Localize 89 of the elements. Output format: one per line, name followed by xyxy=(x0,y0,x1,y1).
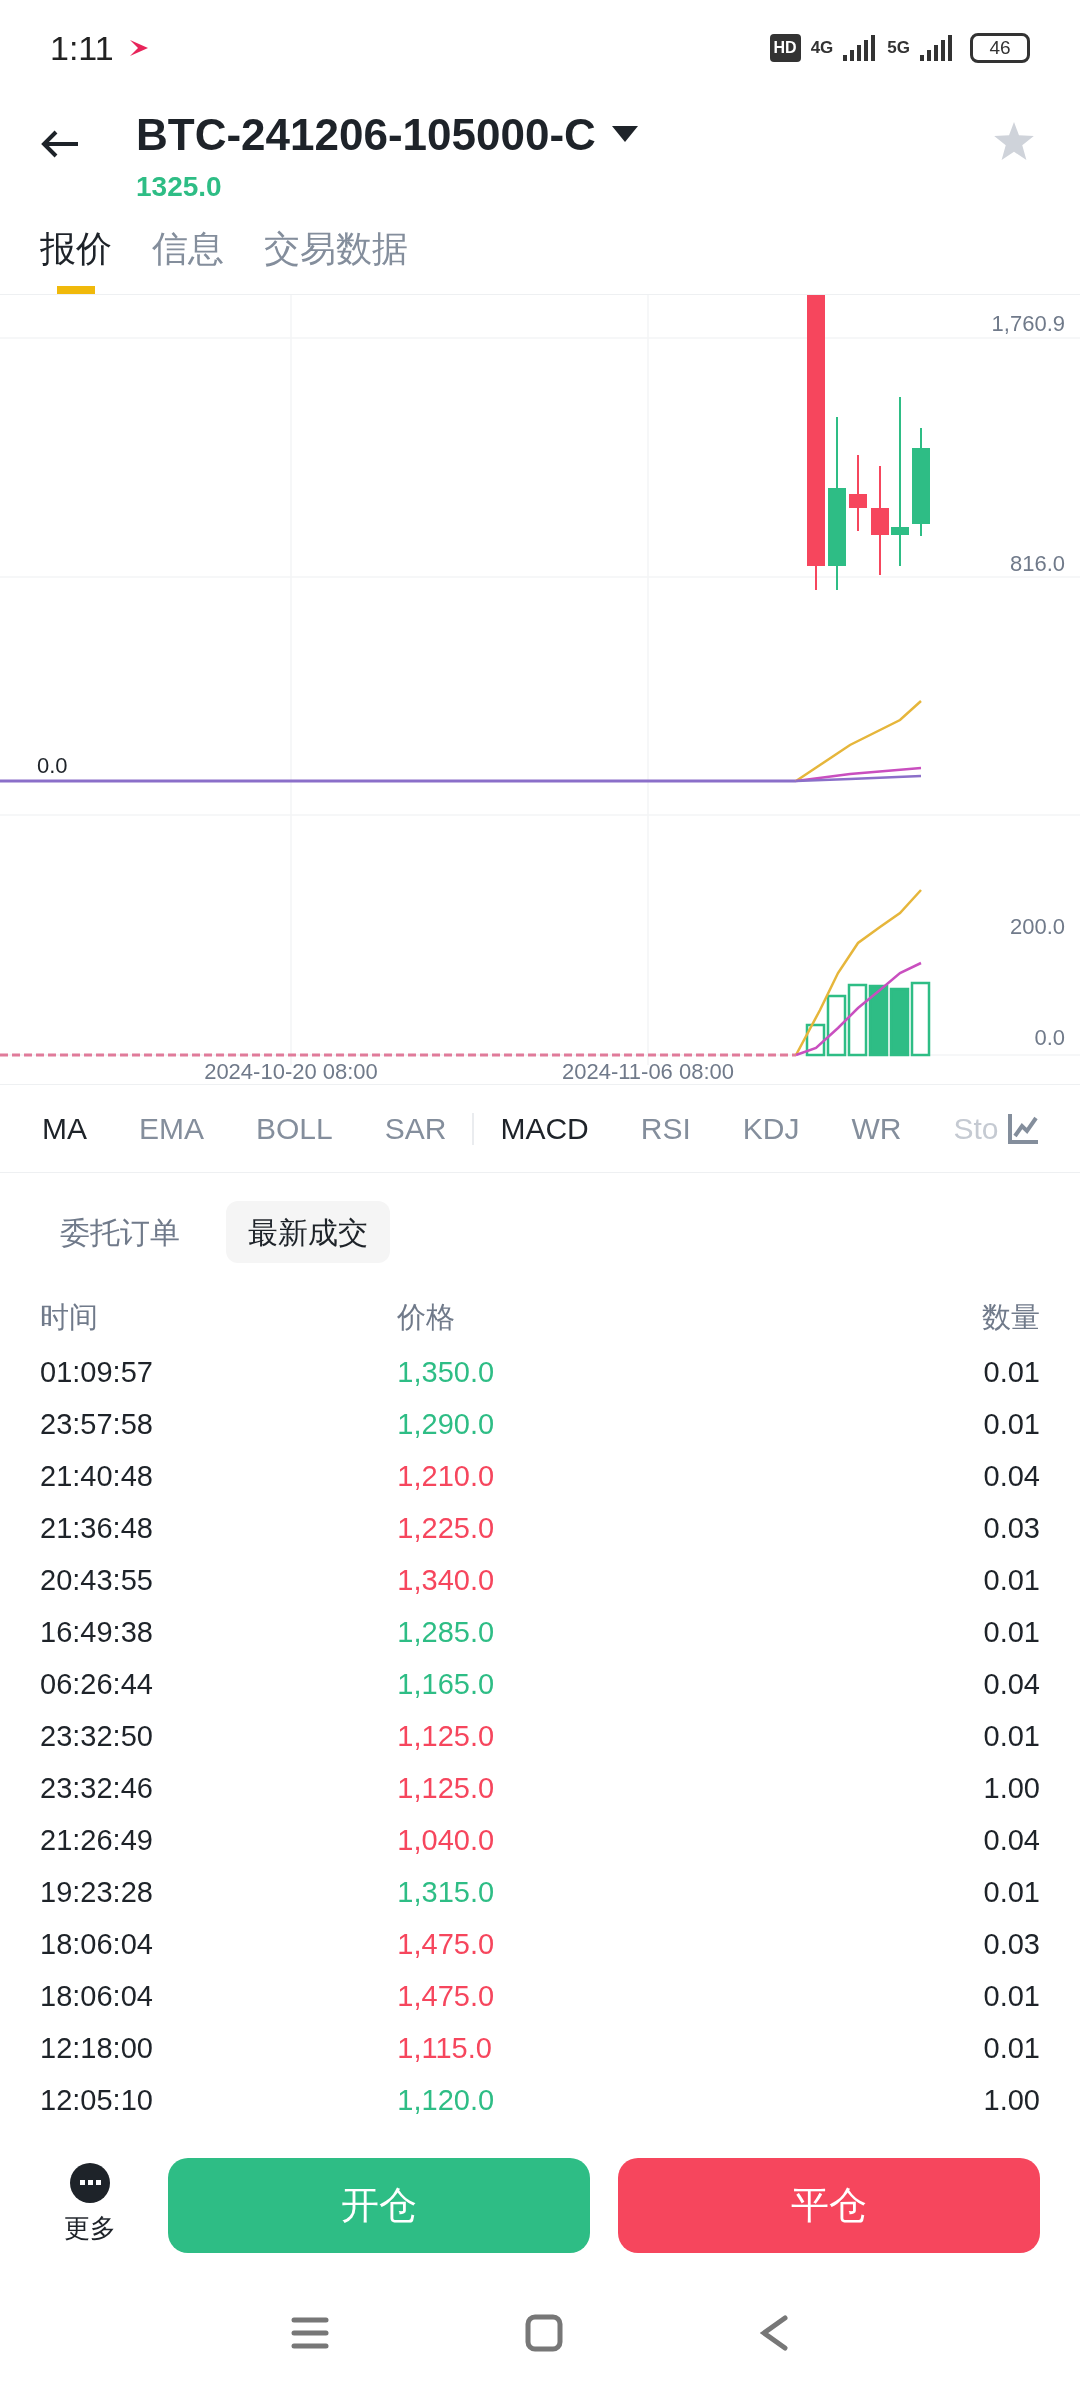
histogram-bar xyxy=(889,987,910,1057)
indicator-tab[interactable]: EMA xyxy=(139,1106,204,1151)
trade-price: 1,210.0 xyxy=(396,1459,496,1495)
axis-label: 816.0 xyxy=(1009,551,1065,576)
trade-time: 21:36:48 xyxy=(40,1511,154,1547)
trade-price: 1,125.0 xyxy=(396,1771,496,1807)
hd-icon: HD xyxy=(769,34,801,62)
trade-quantity: 0.01 xyxy=(982,1355,1040,1391)
trade-price: 1,475.0 xyxy=(396,1927,496,1963)
favorite-star-icon[interactable] xyxy=(994,122,1034,160)
trade-price: 1,165.0 xyxy=(396,1667,496,1703)
chart-settings-icon[interactable] xyxy=(1008,1113,1038,1144)
order-tab[interactable]: 委托订单 xyxy=(38,1201,202,1263)
trade-quantity: 0.01 xyxy=(982,1719,1040,1755)
contract-title[interactable]: BTC-241206-105000-C xyxy=(136,102,596,168)
trade-time: 06:26:44 xyxy=(40,1667,154,1703)
axis-label: 200.0 xyxy=(1009,914,1065,939)
trade-price: 1,475.0 xyxy=(396,1979,496,2015)
last-price: 1325.0 xyxy=(136,170,223,204)
dropdown-caret-icon[interactable] xyxy=(611,126,638,144)
trade-time: 18:06:04 xyxy=(40,1979,154,2015)
network-label: 4G xyxy=(810,37,834,60)
more-button[interactable]: 更多 xyxy=(40,2162,140,2248)
trade-quantity: 0.01 xyxy=(982,2031,1040,2067)
tab[interactable]: 报价 xyxy=(40,204,112,294)
trade-time: 12:05:10 xyxy=(40,2083,154,2119)
menu-icon[interactable] xyxy=(291,2316,329,2350)
indicator-tab[interactable]: MA xyxy=(42,1106,87,1151)
axis-label: 0.0 xyxy=(1034,1025,1065,1050)
axis-label: 1,760.9 xyxy=(991,311,1065,336)
trade-price: 1,350.0 xyxy=(396,1355,496,1391)
trade-quantity: 0.04 xyxy=(982,1667,1040,1703)
back-arrow-icon xyxy=(40,129,80,159)
indicator-tab[interactable]: RSI xyxy=(640,1106,691,1151)
tab[interactable]: 交易数据 xyxy=(264,204,408,294)
trade-quantity: 1.00 xyxy=(982,1771,1040,1807)
trade-time: 18:06:04 xyxy=(40,1927,154,1963)
axis-label: 2024-11-06 08:00 xyxy=(561,1059,735,1084)
column-header: 数量 xyxy=(981,1300,1040,1336)
battery-icon: 46 xyxy=(970,33,1030,63)
trade-price: 1,040.0 xyxy=(396,1823,496,1859)
trade-price: 1,115.0 xyxy=(396,2031,493,2067)
indicator-tab[interactable]: WR xyxy=(851,1106,902,1151)
trade-quantity: 0.01 xyxy=(982,1563,1040,1599)
trade-price: 1,315.0 xyxy=(396,1875,496,1911)
trade-quantity: 0.01 xyxy=(982,1615,1040,1651)
trade-price: 1,225.0 xyxy=(396,1511,496,1547)
trade-time: 19:23:28 xyxy=(40,1875,154,1911)
more-dots-icon xyxy=(70,2162,110,2203)
trade-time: 12:18:00 xyxy=(40,2031,154,2067)
back-icon[interactable] xyxy=(759,2315,789,2351)
trade-time: 23:32:46 xyxy=(40,1771,154,1807)
clock: 1:11 xyxy=(50,27,114,69)
trade-quantity: 0.03 xyxy=(982,1927,1040,1963)
indicator-tab[interactable]: KDJ xyxy=(742,1106,800,1151)
trade-time: 20:43:55 xyxy=(40,1563,154,1599)
column-header: 时间 xyxy=(40,1300,99,1336)
indicator-tab[interactable]: MACD xyxy=(500,1106,589,1151)
tab[interactable]: 信息 xyxy=(152,204,224,294)
trade-price: 1,120.0 xyxy=(396,2083,496,2119)
trade-quantity: 0.01 xyxy=(982,1407,1040,1443)
home-icon[interactable] xyxy=(525,2314,563,2352)
network-label: 5G xyxy=(887,37,910,60)
trade-quantity: 0.04 xyxy=(982,1459,1040,1495)
trade-price: 1,340.0 xyxy=(396,1563,496,1599)
trade-quantity: 0.03 xyxy=(982,1511,1040,1547)
trade-time: 21:26:49 xyxy=(40,1823,154,1859)
trade-time: 21:40:48 xyxy=(40,1459,154,1495)
trade-price: 1,125.0 xyxy=(396,1719,496,1755)
axis-label: 0.0 xyxy=(37,753,68,778)
indicator-tab[interactable]: SAR xyxy=(384,1106,447,1151)
trade-quantity: 1.00 xyxy=(982,2083,1040,2119)
trade-time: 16:49:38 xyxy=(40,1615,154,1651)
trade-button[interactable]: 开仓 xyxy=(168,2157,590,2253)
order-tab[interactable]: 最新成交 xyxy=(226,1201,390,1263)
column-header: 价格 xyxy=(396,1300,457,1336)
trade-button[interactable]: 平仓 xyxy=(618,2157,1040,2253)
trade-quantity: 0.01 xyxy=(982,1979,1040,2015)
trade-time: 23:32:50 xyxy=(40,1719,154,1755)
signal-icon xyxy=(920,35,954,61)
signal-icon xyxy=(843,35,878,61)
indicator-tab[interactable]: BOLL xyxy=(256,1106,333,1151)
trade-time: 23:57:58 xyxy=(40,1407,154,1443)
trade-time: 01:09:57 xyxy=(40,1355,154,1391)
axis-label: 2024-10-20 08:00 xyxy=(204,1059,378,1084)
trade-quantity: 0.01 xyxy=(982,1875,1040,1911)
trade-price: 1,290.0 xyxy=(396,1407,496,1443)
trade-price: 1,285.0 xyxy=(396,1615,496,1651)
trade-quantity: 0.04 xyxy=(982,1823,1040,1859)
